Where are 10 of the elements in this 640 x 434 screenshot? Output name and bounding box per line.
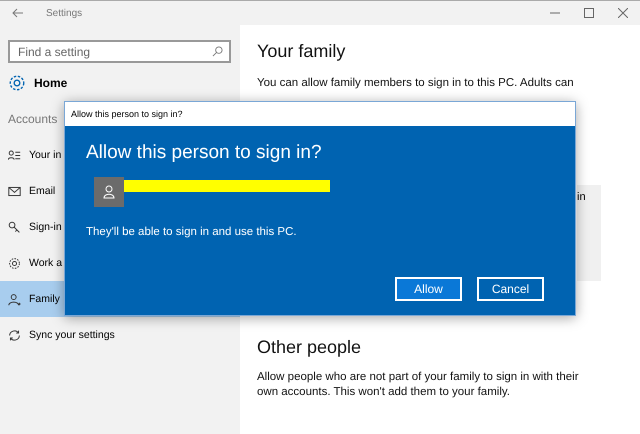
- dialog-title: Allow this person to sign in?: [65, 102, 575, 126]
- family-description: You can allow family members to sign in to this PC. Adults can: [257, 76, 575, 91]
- dialog-heading: Allow this person to sign in?: [86, 142, 323, 164]
- dialog-message: They'll be able to sign in and use this PC.: [86, 226, 298, 238]
- other-people-description: Allow people who are not part of your family to sign in with their own accounts. This won't add them to your family.: [257, 370, 580, 400]
- section-heading: Other people: [257, 337, 362, 358]
- window-title: Settings: [46, 8, 82, 18]
- card-text: in: [577, 191, 586, 203]
- section-heading: Your family: [257, 41, 346, 62]
- section-label: Accounts: [8, 111, 58, 128]
